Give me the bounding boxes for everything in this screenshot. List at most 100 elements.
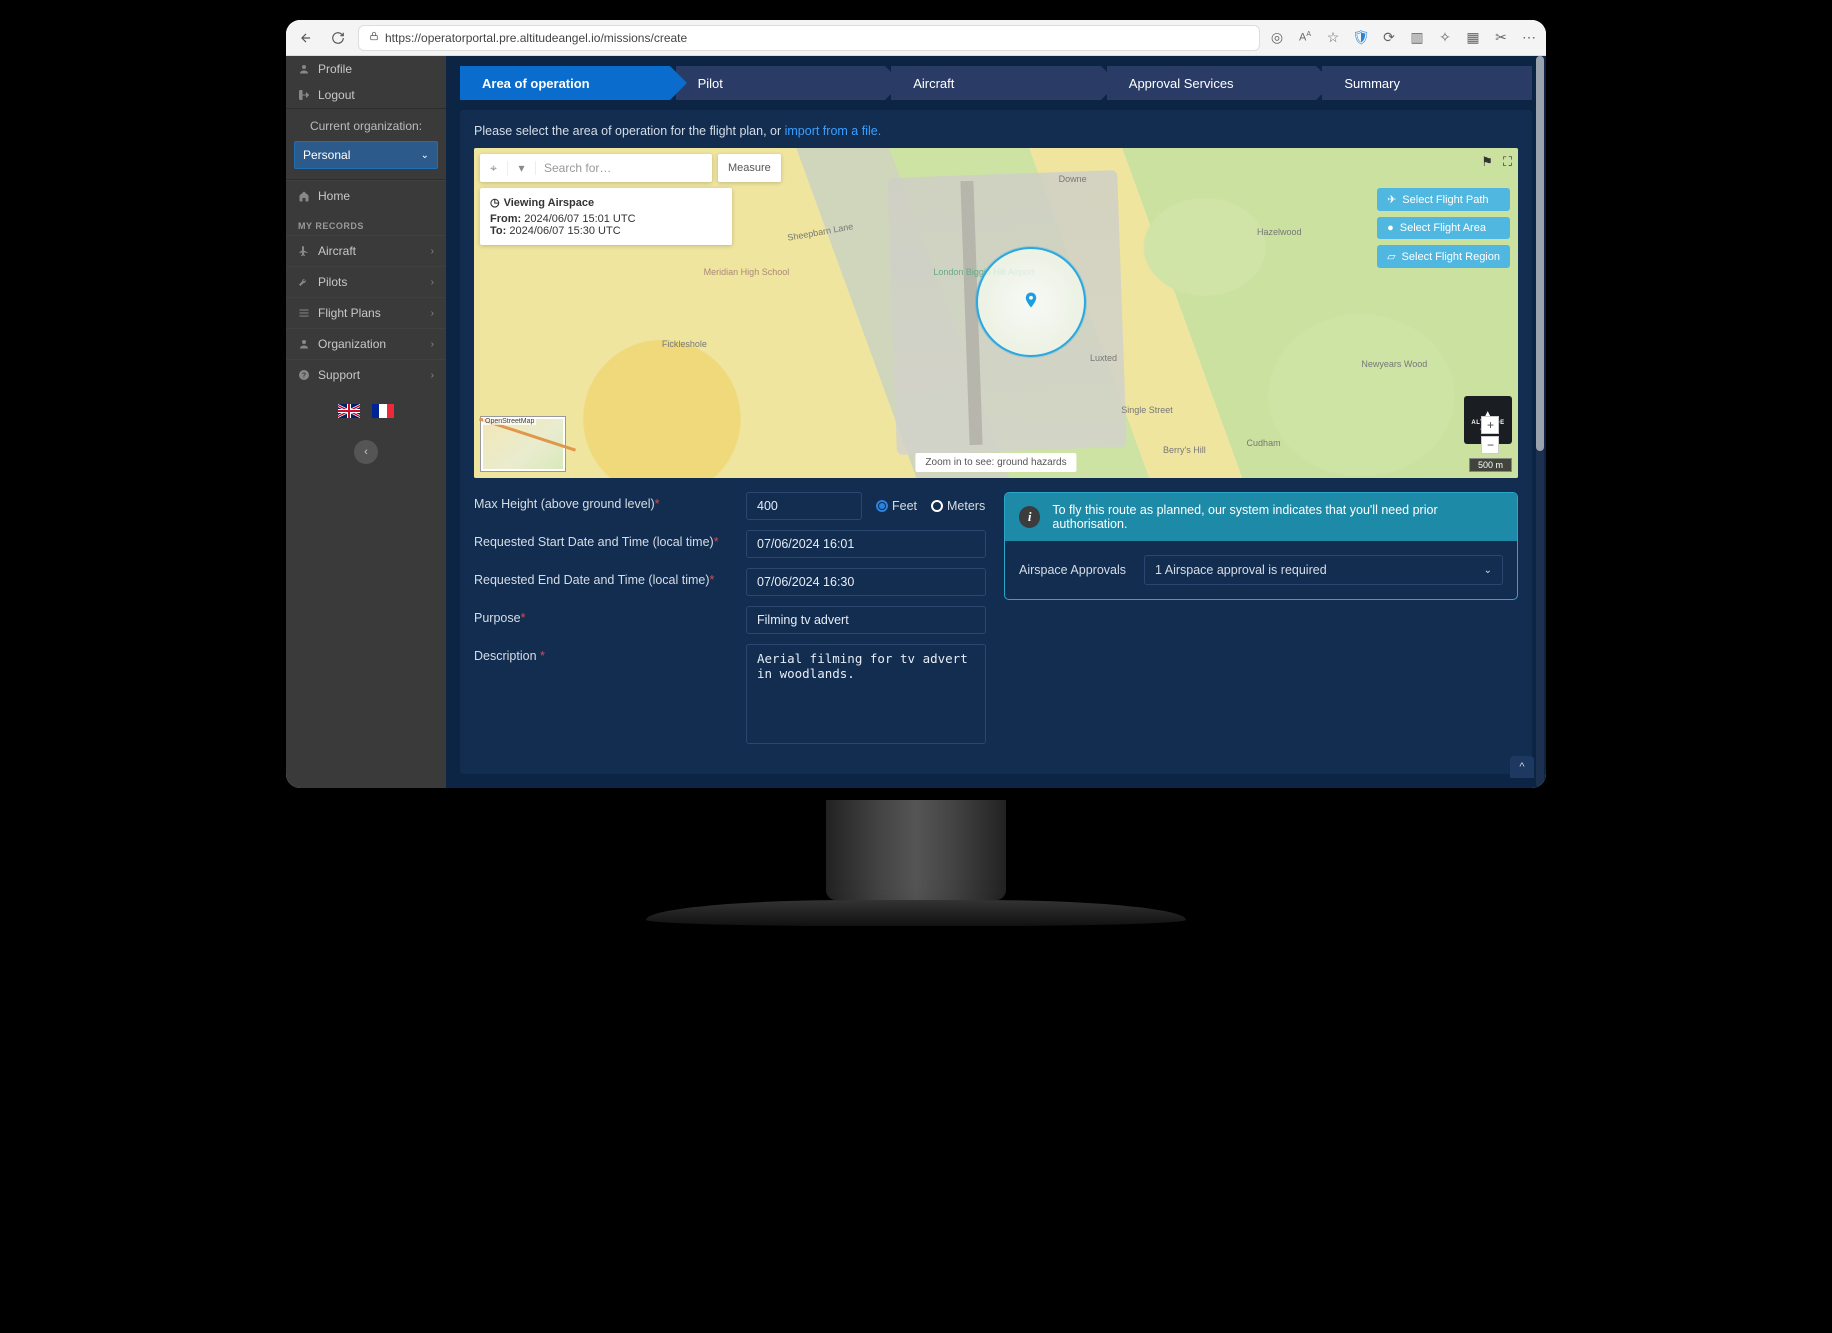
app-icon[interactable]: ▦ bbox=[1464, 29, 1482, 46]
text-size-icon[interactable]: AA bbox=[1296, 31, 1314, 44]
region-icon: ▱ bbox=[1387, 250, 1395, 263]
sidebar-item-label: Flight Plans bbox=[318, 306, 381, 320]
step-aircraft[interactable]: Aircraft bbox=[891, 66, 1101, 100]
logout-label: Logout bbox=[318, 88, 434, 102]
step-area-of-operation[interactable]: Area of operation bbox=[460, 66, 670, 100]
step-pilot[interactable]: Pilot bbox=[676, 66, 886, 100]
browser-toolbar: https://operatorportal.pre.altitudeangel… bbox=[286, 20, 1546, 56]
profile-label: Profile bbox=[318, 62, 434, 76]
select-flight-path-button[interactable]: ✈Select Flight Path bbox=[1377, 188, 1510, 211]
step-label: Aircraft bbox=[913, 76, 954, 91]
import-file-link[interactable]: import from a file. bbox=[785, 124, 882, 138]
end-date-input[interactable] bbox=[746, 568, 986, 596]
description-input[interactable] bbox=[746, 644, 986, 744]
logout-icon bbox=[298, 89, 310, 101]
org-select[interactable]: Personal ⌄ bbox=[294, 141, 438, 169]
sidebar-item-aircraft[interactable]: Aircraft › bbox=[286, 235, 446, 266]
flag-fr[interactable] bbox=[372, 404, 394, 418]
unit-feet-radio[interactable]: Feet bbox=[876, 499, 917, 513]
screenshot-icon[interactable]: ✂ bbox=[1492, 29, 1510, 46]
minimap[interactable]: OpenStreetMap bbox=[480, 416, 566, 472]
max-height-label: Max Height (above ground level)* bbox=[474, 492, 734, 511]
sidebar-item-profile[interactable]: Profile bbox=[286, 56, 446, 82]
airspace-approvals-select[interactable]: 1 Airspace approval is required ⌄ bbox=[1144, 555, 1503, 585]
sidebar-item-pilots[interactable]: Pilots › bbox=[286, 266, 446, 297]
chevron-down-icon: ⌄ bbox=[1484, 565, 1492, 576]
address-bar[interactable]: https://operatorportal.pre.altitudeangel… bbox=[358, 25, 1260, 51]
sidebar-item-label: Aircraft bbox=[318, 244, 356, 258]
sidebar-item-logout[interactable]: Logout bbox=[286, 82, 446, 108]
browser-actions: ◎ AA ☆ 🛡 ⟳ ▥ ✧ ▦ ✂ ⋯ bbox=[1268, 29, 1538, 46]
max-height-input[interactable] bbox=[746, 492, 862, 520]
start-date-input[interactable] bbox=[746, 530, 986, 558]
filter-icon[interactable]: ▾ bbox=[508, 161, 536, 175]
map-search-input[interactable] bbox=[536, 155, 712, 181]
url-text: https://operatorportal.pre.altitudeangel… bbox=[385, 31, 687, 45]
measure-button[interactable]: Measure bbox=[718, 154, 781, 182]
back-button[interactable] bbox=[294, 26, 318, 50]
sidebar-item-label: Pilots bbox=[318, 275, 347, 289]
sidebar-section-header: MY RECORDS bbox=[286, 211, 446, 235]
wrench-icon bbox=[298, 276, 310, 288]
extensions-icon[interactable]: ✧ bbox=[1436, 29, 1454, 46]
map-pin-icon bbox=[1022, 291, 1040, 313]
purpose-input[interactable] bbox=[746, 606, 986, 634]
user-icon bbox=[298, 338, 310, 350]
clock-icon: ◷ bbox=[490, 196, 500, 209]
airspace-approvals-label: Airspace Approvals bbox=[1019, 563, 1126, 577]
map-place-label: Newyears Wood bbox=[1361, 359, 1427, 369]
org-value: Personal bbox=[303, 148, 350, 162]
sidebar: Profile Logout Current organization: Per… bbox=[286, 56, 446, 788]
step-label: Summary bbox=[1344, 76, 1400, 91]
map[interactable]: Downe Luxted Single Street Cudham Hazelw… bbox=[474, 148, 1518, 478]
sidebar-item-flight-plans[interactable]: Flight Plans › bbox=[286, 297, 446, 328]
info-icon: i bbox=[1019, 506, 1040, 528]
collapse-sidebar-button[interactable]: ‹ bbox=[354, 440, 378, 464]
select-flight-area-button[interactable]: ●Select Flight Area bbox=[1377, 217, 1510, 239]
content-scrollbar[interactable] bbox=[1536, 56, 1544, 788]
locate-icon[interactable]: ⌖ bbox=[480, 161, 508, 176]
org-header: Current organization: bbox=[286, 109, 446, 137]
map-zoom-hint: Zoom in to see: ground hazards bbox=[915, 453, 1076, 472]
sidebar-item-organization[interactable]: Organization › bbox=[286, 328, 446, 359]
zoom-out-button[interactable]: − bbox=[1481, 436, 1499, 454]
chevron-right-icon: › bbox=[431, 339, 434, 350]
sidebar-item-support[interactable]: ? Support › bbox=[286, 359, 446, 390]
unit-meters-radio[interactable]: Meters bbox=[931, 499, 985, 513]
chevron-down-icon: ⌄ bbox=[421, 150, 429, 161]
map-zoom-controls: + − 500 m bbox=[1469, 416, 1512, 472]
shield-icon[interactable]: 🛡 bbox=[1352, 29, 1370, 46]
step-label: Pilot bbox=[698, 76, 723, 91]
plane-icon bbox=[298, 245, 310, 257]
sidebar-item-label: Support bbox=[318, 368, 360, 382]
fullscreen-icon[interactable]: ⛶ bbox=[1503, 154, 1512, 170]
map-place-label: Cudham bbox=[1247, 438, 1281, 448]
collections-icon[interactable]: ▥ bbox=[1408, 29, 1426, 46]
flag-icon[interactable]: ⚑ bbox=[1481, 154, 1493, 170]
sidebar-item-home[interactable]: Home bbox=[286, 180, 446, 211]
map-search-box: ⌖ ▾ bbox=[480, 154, 712, 182]
description-label: Description * bbox=[474, 644, 734, 663]
home-label: Home bbox=[318, 189, 350, 203]
chevron-right-icon: › bbox=[431, 308, 434, 319]
map-place-label: Berry's Hill bbox=[1163, 445, 1206, 455]
lock-icon bbox=[369, 31, 379, 44]
step-summary[interactable]: Summary bbox=[1322, 66, 1532, 100]
zoom-in-button[interactable]: + bbox=[1481, 416, 1499, 434]
scroll-to-top-button[interactable]: ^ bbox=[1510, 756, 1534, 778]
authorisation-info-panel: i To fly this route as planned, our syst… bbox=[1004, 492, 1518, 600]
home-icon bbox=[298, 190, 310, 202]
list-icon bbox=[298, 307, 310, 319]
sync-icon[interactable]: ⟳ bbox=[1380, 29, 1398, 46]
location-icon[interactable]: ◎ bbox=[1268, 29, 1286, 46]
favorite-icon[interactable]: ☆ bbox=[1324, 29, 1342, 46]
step-approval[interactable]: Approval Services bbox=[1107, 66, 1317, 100]
instruction-text: Please select the area of operation for … bbox=[474, 124, 1518, 138]
flag-uk[interactable] bbox=[338, 404, 360, 418]
flight-area-circle[interactable] bbox=[976, 247, 1086, 357]
select-flight-region-button[interactable]: ▱Select Flight Region bbox=[1377, 245, 1510, 268]
refresh-button[interactable] bbox=[326, 26, 350, 50]
airspace-from: 2024/06/07 15:01 UTC bbox=[524, 213, 635, 225]
more-icon[interactable]: ⋯ bbox=[1520, 29, 1538, 46]
map-scale: 500 m bbox=[1469, 458, 1512, 472]
